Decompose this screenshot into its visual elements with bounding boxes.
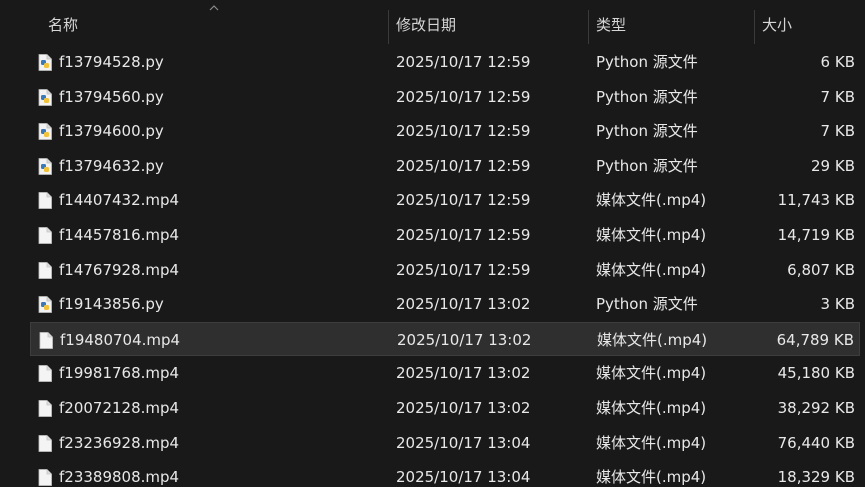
file-type: 媒体文件(.mp4) <box>597 330 708 349</box>
file-size: 38,292 KB <box>777 399 855 417</box>
file-modified-date: 2025/10/17 13:02 <box>397 330 532 349</box>
file-row[interactable]: f13794528.py 2025/10/17 12:59 Python 源文件… <box>30 45 860 79</box>
file-type: 媒体文件(.mp4) <box>596 364 707 383</box>
column-header-size[interactable]: 大小 <box>754 0 865 44</box>
file-type: 媒体文件(.mp4) <box>596 260 707 279</box>
file-row[interactable]: f19480704.mp4 2025/10/17 13:02 媒体文件(.mp4… <box>30 321 860 356</box>
file-modified-date: 2025/10/17 12:59 <box>396 191 531 210</box>
python-file-icon <box>38 296 52 314</box>
file-size: 6 KB <box>820 53 855 71</box>
column-header-date[interactable]: 修改日期 <box>388 0 588 44</box>
file-name: f23236928.mp4 <box>59 433 180 452</box>
file-modified-date: 2025/10/17 13:02 <box>396 295 531 314</box>
file-modified-date: 2025/10/17 13:02 <box>396 399 531 417</box>
file-size: 14,719 KB <box>777 226 855 244</box>
file-size: 29 KB <box>811 156 855 175</box>
file-row[interactable]: f20072128.mp4 2025/10/17 13:02 媒体文件(.mp4… <box>30 391 860 425</box>
file-modified-date: 2025/10/17 12:59 <box>396 156 531 175</box>
media-file-icon <box>38 469 52 487</box>
file-name: f23389808.mp4 <box>59 468 180 487</box>
file-modified-date: 2025/10/17 12:59 <box>396 260 531 279</box>
file-size: 3 KB <box>820 295 855 314</box>
media-file-icon <box>38 434 52 452</box>
file-row[interactable]: f13794600.py 2025/10/17 12:59 Python 源文件… <box>30 114 860 148</box>
file-row[interactable]: f19143856.py 2025/10/17 13:02 Python 源文件… <box>30 287 860 321</box>
file-name: f13794560.py <box>59 87 164 106</box>
file-modified-date: 2025/10/17 13:04 <box>396 468 531 487</box>
file-type: Python 源文件 <box>596 156 698 175</box>
file-modified-date: 2025/10/17 13:04 <box>396 433 531 452</box>
media-file-icon <box>38 261 52 279</box>
file-row[interactable]: f19981768.mp4 2025/10/17 13:02 媒体文件(.mp4… <box>30 356 860 390</box>
python-file-icon <box>38 157 52 175</box>
file-size: 18,329 KB <box>777 468 855 487</box>
file-explorer-list: 名称 修改日期 类型 大小 f13794528.py 2025/10/17 12… <box>0 0 865 487</box>
file-name: f13794528.py <box>59 53 164 71</box>
column-header-name[interactable]: 名称 <box>40 0 388 44</box>
file-row[interactable]: f23236928.mp4 2025/10/17 13:04 媒体文件(.mp4… <box>30 426 860 460</box>
python-file-icon <box>38 123 52 141</box>
file-modified-date: 2025/10/17 12:59 <box>396 122 531 141</box>
file-modified-date: 2025/10/17 13:02 <box>396 364 531 383</box>
file-modified-date: 2025/10/17 12:59 <box>396 226 531 244</box>
file-name: f20072128.mp4 <box>59 399 180 417</box>
file-name: f14457816.mp4 <box>59 226 180 244</box>
python-file-icon <box>38 54 52 71</box>
media-file-icon <box>38 227 52 244</box>
file-name: f14767928.mp4 <box>59 260 180 279</box>
file-name: f19981768.mp4 <box>59 364 180 383</box>
column-header: 名称 修改日期 类型 大小 <box>0 0 865 44</box>
file-size: 11,743 KB <box>777 191 855 210</box>
column-header-date-label: 修改日期 <box>396 16 457 34</box>
file-row[interactable]: f13794632.py 2025/10/17 12:59 Python 源文件… <box>30 149 860 183</box>
file-name: f19480704.mp4 <box>60 330 181 349</box>
file-row[interactable]: f14457816.mp4 2025/10/17 12:59 媒体文件(.mp4… <box>30 218 860 252</box>
column-header-type[interactable]: 类型 <box>588 0 754 44</box>
file-type: 媒体文件(.mp4) <box>596 468 707 487</box>
file-name: f13794600.py <box>59 122 164 141</box>
file-size: 7 KB <box>820 87 855 106</box>
media-file-icon <box>38 192 52 210</box>
column-header-name-label: 名称 <box>48 16 79 34</box>
file-type: Python 源文件 <box>596 295 698 314</box>
file-name: f19143856.py <box>59 295 164 314</box>
file-row[interactable]: f23389808.mp4 2025/10/17 13:04 媒体文件(.mp4… <box>30 460 860 487</box>
file-type: 媒体文件(.mp4) <box>596 191 707 210</box>
file-modified-date: 2025/10/17 12:59 <box>396 53 531 71</box>
file-row[interactable]: f14767928.mp4 2025/10/17 12:59 媒体文件(.mp4… <box>30 253 860 287</box>
file-type: 媒体文件(.mp4) <box>596 399 707 417</box>
file-type: Python 源文件 <box>596 53 698 71</box>
media-file-icon <box>38 365 52 383</box>
file-type: Python 源文件 <box>596 87 698 106</box>
column-header-size-label: 大小 <box>762 16 793 34</box>
media-file-icon <box>39 331 53 349</box>
file-type: Python 源文件 <box>596 122 698 141</box>
file-size: 76,440 KB <box>777 433 855 452</box>
media-file-icon <box>38 400 52 417</box>
python-file-icon <box>38 88 52 106</box>
file-name: f14407432.mp4 <box>59 191 180 210</box>
file-size: 64,789 KB <box>776 330 854 349</box>
file-size: 6,807 KB <box>787 260 855 279</box>
column-header-type-label: 类型 <box>596 16 627 34</box>
file-size: 45,180 KB <box>777 364 855 383</box>
file-size: 7 KB <box>820 122 855 141</box>
file-type: 媒体文件(.mp4) <box>596 226 707 244</box>
file-name: f13794632.py <box>59 156 164 175</box>
file-modified-date: 2025/10/17 12:59 <box>396 87 531 106</box>
file-row[interactable]: f14407432.mp4 2025/10/17 12:59 媒体文件(.mp4… <box>30 183 860 217</box>
file-row[interactable]: f13794560.py 2025/10/17 12:59 Python 源文件… <box>30 80 860 114</box>
file-type: 媒体文件(.mp4) <box>596 433 707 452</box>
